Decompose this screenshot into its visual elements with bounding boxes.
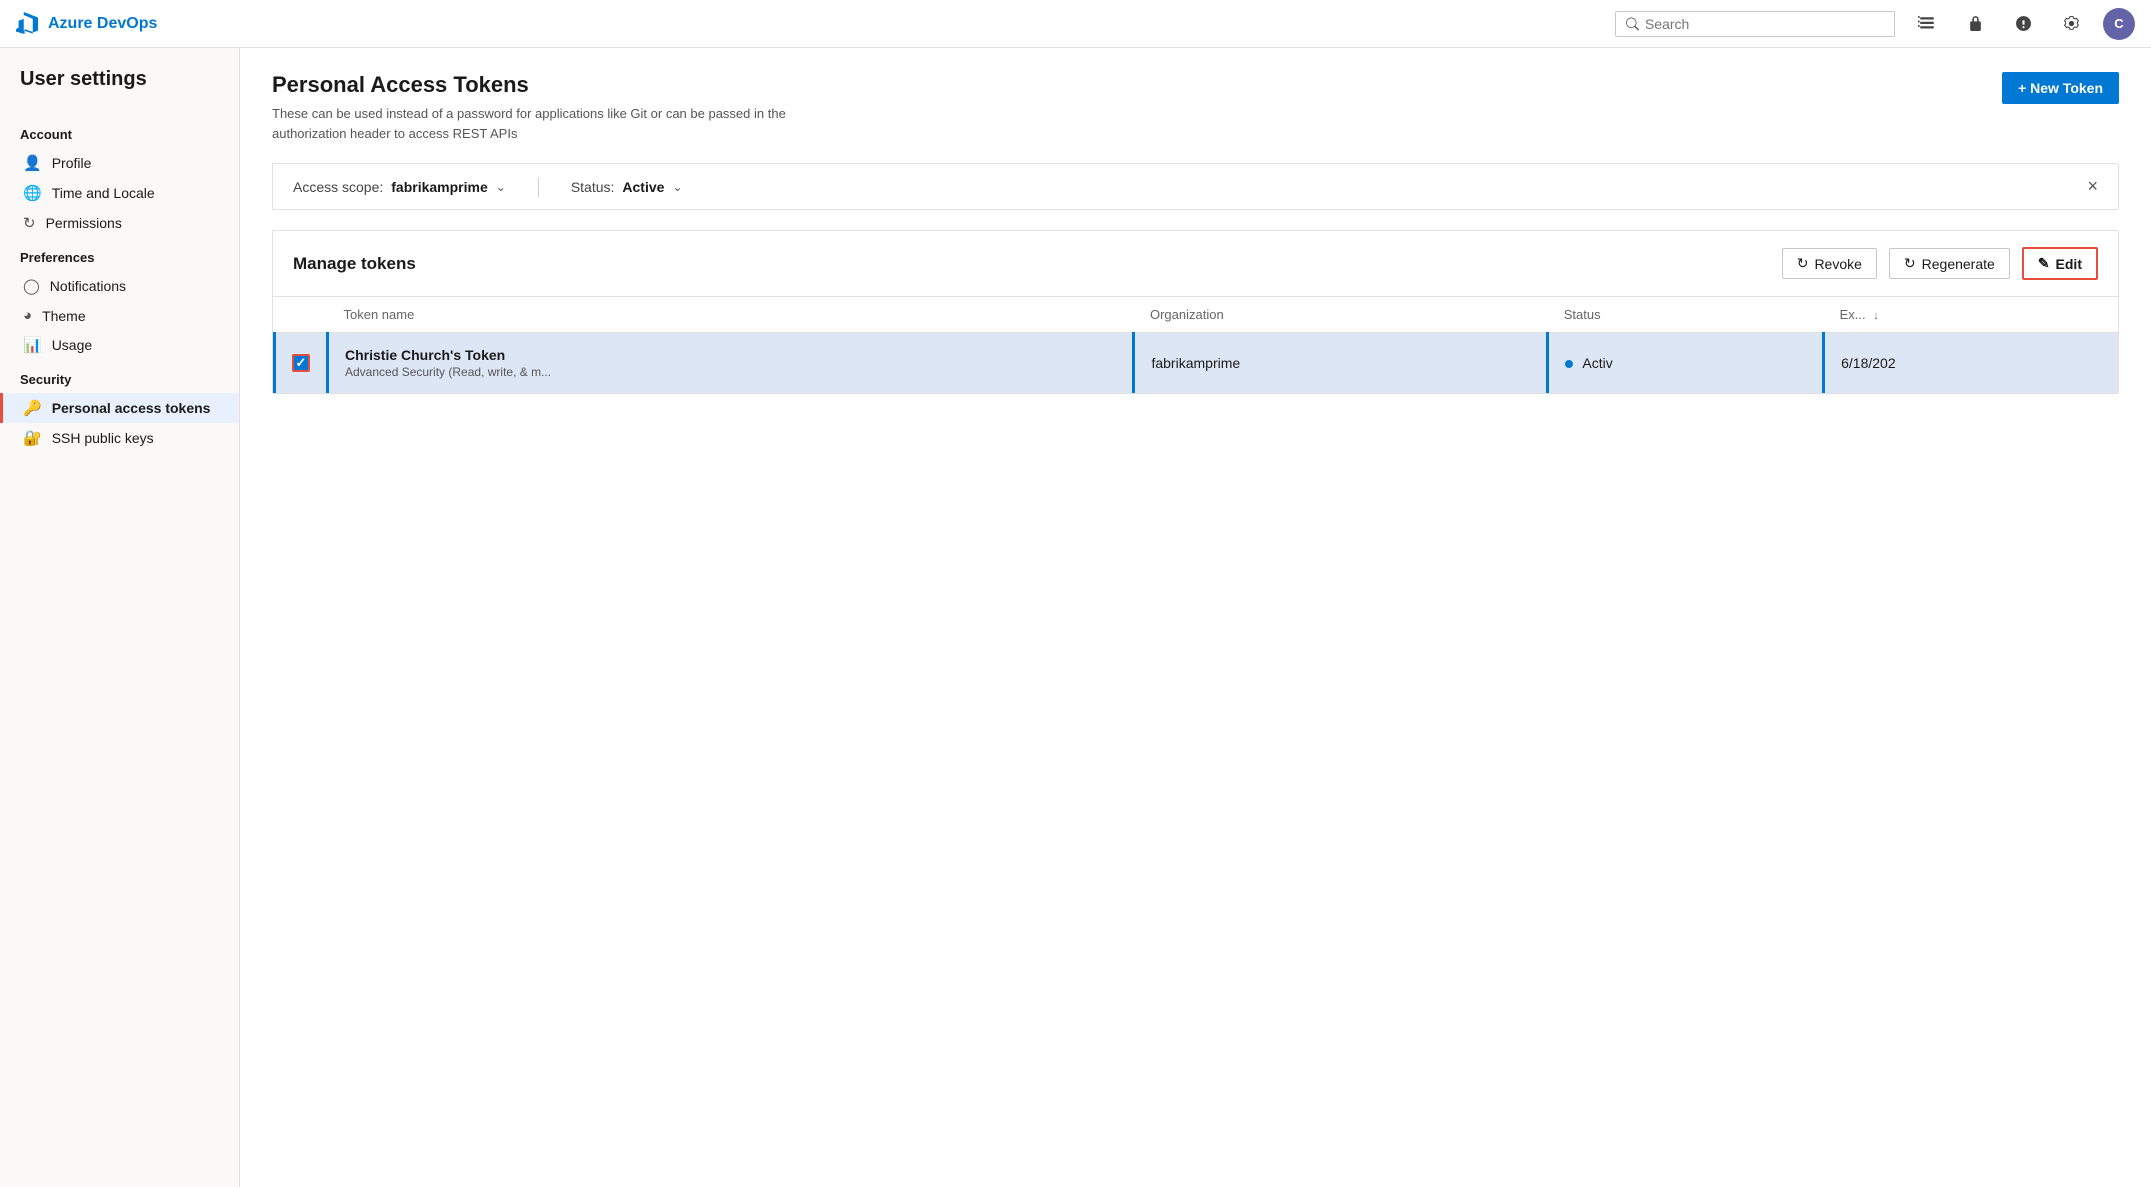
filter-bar: Access scope: fabrikamprime ⌄ Status: Ac… <box>272 163 2119 210</box>
main-content: Personal Access Tokens These can be used… <box>240 48 2151 1187</box>
filter-scope-value: fabrikamprime <box>391 179 487 195</box>
sidebar-item-ssh-public-keys[interactable]: 🔐 SSH public keys <box>0 423 239 453</box>
col-expiry: Ex... ↓ <box>1824 297 2118 333</box>
sidebar-section-preferences: Preferences <box>0 238 239 271</box>
sidebar-item-usage[interactable]: 📊 Usage <box>0 330 239 360</box>
page-title: Personal Access Tokens <box>272 72 852 98</box>
settings-icon[interactable] <box>2055 8 2087 40</box>
azure-devops-logo[interactable]: Azure DevOps <box>16 12 157 36</box>
usage-icon: 📊 <box>23 336 42 354</box>
table-header-row: Token name Organization Status Ex... ↓ <box>275 297 2119 333</box>
row-organization-cell: fabrikamprime <box>1134 333 1548 394</box>
regenerate-icon: ↻ <box>1904 255 1916 272</box>
col-organization: Organization <box>1134 297 1548 333</box>
row-token-name-cell: Christie Church's Token Advanced Securit… <box>328 333 1134 394</box>
manage-header: Manage tokens ↻ Revoke ↻ Regenerate ✎ Ed… <box>273 231 2118 297</box>
permissions-icon: ↻ <box>23 214 36 232</box>
page-header: Personal Access Tokens These can be used… <box>272 72 2119 143</box>
revoke-button[interactable]: ↻ Revoke <box>1782 248 1877 279</box>
theme-icon: ◕ <box>23 307 32 324</box>
scope-chevron-icon[interactable]: ⌄ <box>496 180 506 194</box>
search-box[interactable] <box>1615 11 1895 37</box>
sidebar-title: User settings <box>0 68 239 115</box>
ssh-icon: 🔐 <box>23 429 42 447</box>
filter-status[interactable]: Status: Active ⌄ <box>571 179 683 195</box>
status-chevron-icon[interactable]: ⌄ <box>672 180 682 194</box>
token-table: Token name Organization Status Ex... ↓ <box>273 297 2118 393</box>
sidebar-item-theme[interactable]: ◕ Theme <box>0 301 239 330</box>
row-expiry-cell: 6/18/202 <box>1824 333 2118 394</box>
sidebar-section-account: Account <box>0 115 239 148</box>
sidebar-item-personal-access-tokens[interactable]: 🔑 Personal access tokens <box>0 393 239 423</box>
filter-scope[interactable]: Access scope: fabrikamprime ⌄ <box>293 179 506 195</box>
filter-scope-label: Access scope: <box>293 179 383 195</box>
page-header-left: Personal Access Tokens These can be used… <box>272 72 852 143</box>
avatar[interactable]: C <box>2103 8 2135 40</box>
sort-icon[interactable]: ↓ <box>1873 310 1879 322</box>
pat-icon: 🔑 <box>23 399 42 417</box>
filter-status-value: Active <box>622 179 664 195</box>
search-input[interactable] <box>1645 16 1884 32</box>
sidebar-item-permissions[interactable]: ↻ Permissions <box>0 208 239 238</box>
notifications-icon: ◯ <box>23 277 40 295</box>
globe-icon: 🌐 <box>23 184 42 202</box>
filter-status-label: Status: <box>571 179 615 195</box>
regenerate-button[interactable]: ↻ Regenerate <box>1889 248 2010 279</box>
table-row: ✓ Christie Church's Token Advanced Secur… <box>275 333 2119 394</box>
token-description: Advanced Security (Read, write, & m... <box>345 365 1116 379</box>
row-checkbox-cell[interactable]: ✓ <box>275 333 328 394</box>
nav-icons: C <box>1911 8 2135 40</box>
manage-section: Manage tokens ↻ Revoke ↻ Regenerate ✎ Ed… <box>272 230 2119 394</box>
sidebar-item-notifications[interactable]: ◯ Notifications <box>0 271 239 301</box>
profile-icon: 👤 <box>23 154 42 172</box>
col-token-name: Token name <box>328 297 1134 333</box>
body-layout: User settings Account 👤 Profile 🌐 Time a… <box>0 48 2151 1187</box>
manage-tokens-title: Manage tokens <box>293 254 1770 274</box>
revoke-icon: ↻ <box>1797 255 1809 272</box>
filter-divider <box>538 177 539 197</box>
sidebar-item-time-locale[interactable]: 🌐 Time and Locale <box>0 178 239 208</box>
task-list-icon[interactable] <box>1911 8 1943 40</box>
new-token-button[interactable]: + New Token <box>2002 72 2119 104</box>
lock-icon[interactable] <box>1959 8 1991 40</box>
top-navigation: Azure DevOps <box>0 0 2151 48</box>
sidebar-item-profile[interactable]: 👤 Profile <box>0 148 239 178</box>
col-status: Status <box>1548 297 1824 333</box>
sidebar-section-security: Security <box>0 360 239 393</box>
sidebar: User settings Account 👤 Profile 🌐 Time a… <box>0 48 240 1187</box>
filter-close-button[interactable]: × <box>2087 176 2098 197</box>
page-description: These can be used instead of a password … <box>272 104 852 143</box>
row-status-value: Activ <box>1582 355 1612 371</box>
col-checkbox <box>275 297 328 333</box>
search-icon <box>1626 17 1639 31</box>
help-icon[interactable] <box>2007 8 2039 40</box>
edit-button[interactable]: ✎ Edit <box>2022 247 2098 280</box>
edit-icon: ✎ <box>2038 255 2050 272</box>
token-name: Christie Church's Token <box>345 347 1116 363</box>
checkmark-icon: ✓ <box>296 355 307 371</box>
status-dot-icon <box>1565 360 1573 368</box>
row-checkbox[interactable]: ✓ <box>292 354 310 372</box>
row-status-cell: Activ <box>1548 333 1824 394</box>
